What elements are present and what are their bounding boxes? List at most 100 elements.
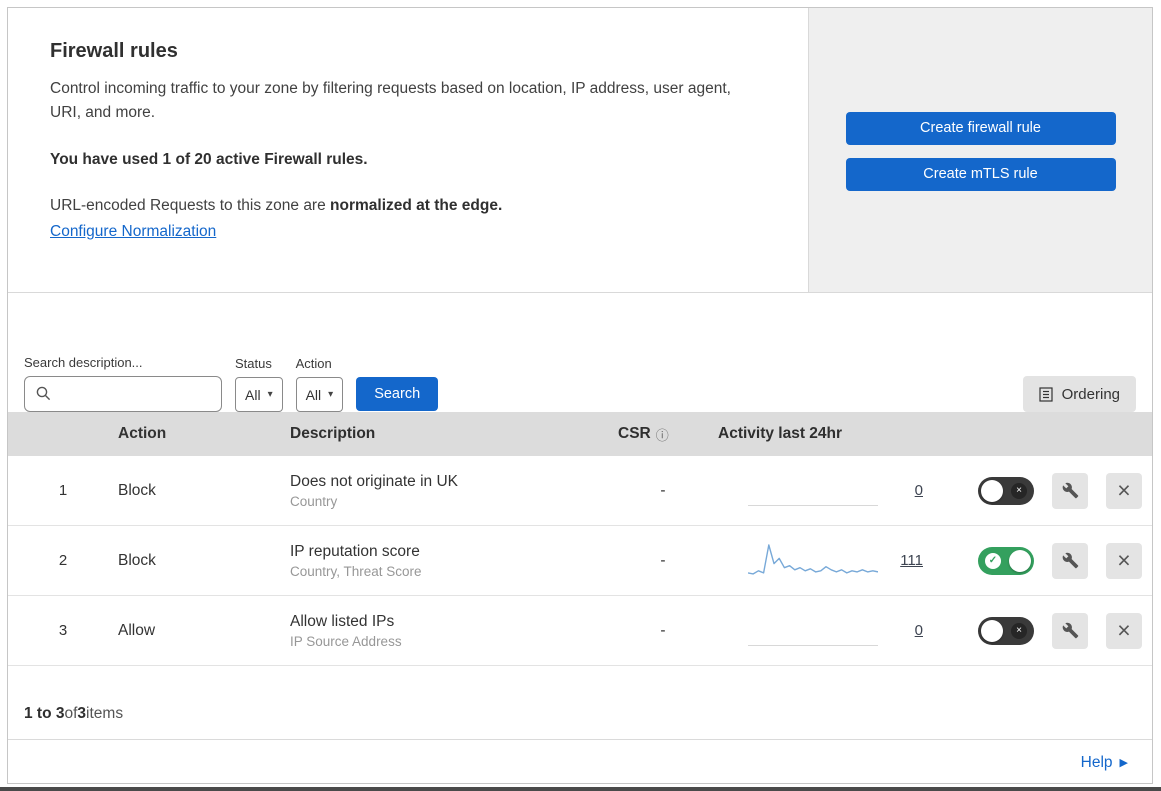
rule-description-cell: Does not originate in UK Country xyxy=(290,473,608,509)
search-input[interactable] xyxy=(24,376,222,412)
create-mtls-rule-button[interactable]: Create mTLS rule xyxy=(845,158,1116,191)
rule-description-cell: Allow listed IPs IP Source Address xyxy=(290,613,608,649)
normalization-bold: normalized at the edge. xyxy=(330,197,503,215)
rule-match-fields: Country, Threat Score xyxy=(290,563,422,579)
rule-controls: ✓ × xyxy=(948,542,1152,579)
rule-description-cell: IP reputation score Country, Threat Scor… xyxy=(290,543,608,579)
action-filter-group: Action All ▾ xyxy=(295,356,344,412)
chevron-down-icon: ▾ xyxy=(267,389,273,400)
ordering-icon xyxy=(1039,386,1053,402)
status-label: Status xyxy=(235,356,272,371)
help-label: Help xyxy=(1080,753,1113,771)
status-select[interactable]: All ▾ xyxy=(235,377,283,412)
search-label: Search description... xyxy=(24,355,143,370)
rule-priority: 2 xyxy=(58,552,68,569)
rule-activity-cell: 0 xyxy=(718,471,948,511)
csr-column-header: CSR ⓘ xyxy=(608,425,718,444)
search-box xyxy=(24,376,222,412)
toggle-knob xyxy=(981,619,1003,642)
pagination-items: items xyxy=(86,705,124,722)
pagination-summary: 1 to 3 of 3 items xyxy=(8,666,1152,740)
activity-count-link[interactable]: 0 xyxy=(915,622,923,639)
rule-match-fields: Country xyxy=(290,493,338,509)
rule-description: IP reputation score xyxy=(290,542,420,560)
rule-activity-cell: 0 xyxy=(718,611,948,651)
activity-sparkline xyxy=(748,471,878,511)
search-filter-group: Search description... xyxy=(24,355,222,412)
pagination-of: of xyxy=(64,705,78,722)
table-row: 2 Block IP reputation score Country, Thr… xyxy=(8,526,1152,596)
rule-action: Block xyxy=(118,551,156,569)
page-description: Control incoming traffic to your zone by… xyxy=(50,80,731,122)
wrench-icon xyxy=(1062,622,1078,639)
wrench-icon xyxy=(1062,552,1078,569)
rule-action: Allow xyxy=(118,621,156,639)
action-value: All xyxy=(305,386,322,403)
delete-rule-button[interactable]: × xyxy=(1106,542,1142,579)
search-icon xyxy=(36,386,51,401)
create-firewall-rule-button[interactable]: Create firewall rule xyxy=(845,112,1116,145)
edit-rule-button[interactable] xyxy=(1052,472,1088,509)
rule-enabled-toggle[interactable]: ✓ xyxy=(978,546,1034,575)
toggle-state-icon: × xyxy=(1011,482,1027,499)
page-header: Firewall rules Control incoming traffic … xyxy=(8,8,1152,293)
delete-rule-button[interactable]: × xyxy=(1106,612,1142,649)
description-column-header: Description xyxy=(290,425,376,442)
rules-table: Action Description CSR ⓘ Activity last 24… xyxy=(8,412,1152,666)
status-filter-group: Status All ▾ xyxy=(235,356,283,412)
normalization-text: URL-encoded Requests to this zone are xyxy=(50,197,331,215)
edit-rule-button[interactable] xyxy=(1052,612,1088,649)
configure-normalization-link[interactable]: Configure Normalization xyxy=(50,223,216,240)
activity-count-link[interactable]: 0 xyxy=(915,482,923,499)
close-icon: × xyxy=(1117,617,1131,643)
rule-priority: 3 xyxy=(58,622,68,639)
pagination-total: 3 xyxy=(77,705,87,722)
page-title: Firewall rules xyxy=(50,40,178,62)
activity-column-header: Activity last 24hr xyxy=(718,425,843,442)
ordering-label: Ordering xyxy=(1061,385,1120,403)
rule-description: Does not originate in UK xyxy=(290,472,459,490)
pagination-range: 1 to 3 xyxy=(24,705,65,722)
usage-summary: You have used 1 of 20 active Firewall ru… xyxy=(50,151,368,169)
rule-enabled-toggle[interactable]: × xyxy=(978,476,1034,505)
activity-sparkline xyxy=(748,611,878,651)
window-bottom-edge xyxy=(0,787,1161,791)
action-label: Action xyxy=(295,356,332,371)
toggle-knob xyxy=(981,479,1003,502)
toggle-state-icon: ✓ xyxy=(985,552,1001,569)
rule-csr-value: - xyxy=(660,481,666,499)
search-button[interactable]: Search xyxy=(356,377,439,411)
rule-controls: × × xyxy=(948,612,1152,649)
rule-match-fields: IP Source Address xyxy=(290,633,402,649)
edit-rule-button[interactable] xyxy=(1052,542,1088,579)
close-icon: × xyxy=(1117,547,1131,573)
info-icon: ⓘ xyxy=(655,427,669,443)
ordering-button[interactable]: Ordering xyxy=(1022,376,1136,412)
rule-enabled-toggle[interactable]: × xyxy=(978,616,1034,645)
help-arrow-icon: ▶ xyxy=(1119,757,1128,769)
close-icon: × xyxy=(1117,477,1131,503)
action-select[interactable]: All ▾ xyxy=(295,377,344,412)
chevron-down-icon: ▾ xyxy=(328,389,334,400)
actions-panel: Create firewall rule Create mTLS rule xyxy=(809,8,1152,292)
delete-rule-button[interactable]: × xyxy=(1106,472,1142,509)
toggle-state-icon: × xyxy=(1011,622,1027,639)
toggle-knob xyxy=(1009,549,1031,572)
rule-action: Block xyxy=(118,481,156,499)
rule-description: Allow listed IPs xyxy=(290,612,395,630)
rule-csr-value: - xyxy=(660,621,666,639)
csr-header-label: CSR xyxy=(618,425,651,442)
rule-controls: × × xyxy=(948,472,1152,509)
rule-csr-value: - xyxy=(660,551,666,569)
intro-card: Firewall rules Control incoming traffic … xyxy=(8,8,809,292)
action-column-header: Action xyxy=(118,425,167,442)
filter-bar: Search description... Status All ▾ Action… xyxy=(8,293,1152,412)
help-link[interactable]: Help ▶ xyxy=(1081,754,1128,772)
activity-count-link[interactable]: 111 xyxy=(900,552,923,569)
table-header: Action Description CSR ⓘ Activity last 24… xyxy=(8,412,1152,456)
rule-activity-cell: 111 xyxy=(718,541,948,581)
activity-sparkline xyxy=(748,541,878,581)
rule-priority: 1 xyxy=(58,482,68,499)
help-row: Help ▶ xyxy=(8,740,1152,783)
table-row: 1 Block Does not originate in UK Country… xyxy=(8,456,1152,526)
